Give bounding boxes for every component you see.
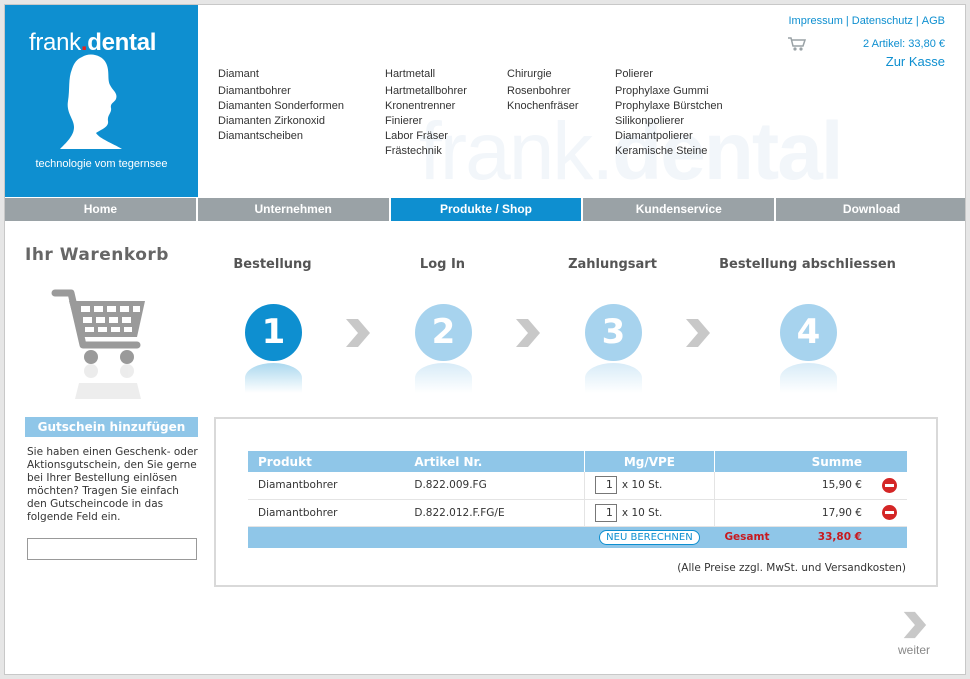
table-header-row: Produkt Artikel Nr. Mg/VPE Summe <box>248 451 907 472</box>
price-note: (Alle Preise zzgl. MwSt. und Versandkost… <box>677 562 906 574</box>
nav-unternehmen[interactable]: Unternehmen <box>197 198 389 221</box>
product-link[interactable]: Keramische Steine <box>615 144 723 159</box>
row-article: D.822.012.F.FG/E <box>404 499 585 527</box>
datenschutz-link[interactable]: Datenschutz <box>852 15 913 27</box>
chevron-right-icon <box>346 319 370 347</box>
header-product: Produkt <box>248 451 405 472</box>
next-button[interactable]: weiter <box>898 610 930 657</box>
step-label-1: Bestellung <box>233 257 312 272</box>
row-product[interactable]: Diamantbohrer <box>248 472 405 500</box>
step-reflection <box>585 363 642 393</box>
step-label-4: Bestellung abschliessen <box>719 257 896 272</box>
quantity-input[interactable]: 1 <box>594 503 617 522</box>
product-link[interactable]: Finierer <box>385 114 467 129</box>
product-link[interactable]: Diamantpolierer <box>615 129 723 144</box>
product-link[interactable]: Rosenbohrer <box>507 84 579 99</box>
product-column-chirurgie: Chirurgie Rosenbohrer Knochenfräser <box>507 67 579 114</box>
cart-table: Produkt Artikel Nr. Mg/VPE Summe Diamant… <box>248 451 907 548</box>
cart-icon[interactable] <box>787 36 807 52</box>
agb-link[interactable]: AGB <box>922 15 945 27</box>
logo-block[interactable]: frank.dental technologie vom tegernsee <box>5 5 198 197</box>
category-hartmetall[interactable]: Hartmetall <box>385 67 467 82</box>
product-link[interactable]: Diamanten Zirkonoxid <box>218 114 344 129</box>
product-link[interactable]: Hartmetallbohrer <box>385 84 467 99</box>
main-nav: Home Unternehmen Produkte / Shop Kundens… <box>5 198 965 221</box>
remove-item-icon[interactable] <box>881 477 897 493</box>
total-value: 33,80 € <box>817 531 862 544</box>
step-circle-2: 2 <box>415 304 472 361</box>
voucher-heading: Gutschein hinzufügen <box>25 417 198 437</box>
step-circle-1: 1 <box>245 304 302 361</box>
quantity-unit: x 10 St. <box>621 506 663 519</box>
row-product[interactable]: Diamantbohrer <box>248 499 405 527</box>
logo-tagline: technologie vom tegernsee <box>35 158 168 170</box>
header-qty: Mg/VPE <box>583 451 715 472</box>
product-link[interactable]: Kronentrenner <box>385 99 467 114</box>
shopping-cart-icon <box>51 289 145 399</box>
product-column-hartmetall: Hartmetall Hartmetallbohrer Kronentrenne… <box>385 67 467 159</box>
product-link[interactable]: Prophylaxe Gummi <box>615 84 723 99</box>
product-column-polierer: Polierer Prophylaxe Gummi Prophylaxe Bür… <box>615 67 723 159</box>
category-chirurgie[interactable]: Chirurgie <box>507 67 579 82</box>
impressum-link[interactable]: Impressum <box>788 15 842 27</box>
product-link[interactable]: Prophylaxe Bürstchen <box>615 99 723 114</box>
row-article: D.822.009.FG <box>404 472 585 500</box>
product-link[interactable]: Knochenfräser <box>507 99 579 114</box>
chevron-right-icon <box>686 319 710 347</box>
voucher-description: Sie haben einen Geschenk- oder Aktionsgu… <box>27 446 198 523</box>
mini-cart: 2 Artikel: 33,80 € Zur Kasse <box>788 37 945 69</box>
nav-produkte-shop[interactable]: Produkte / Shop <box>390 198 582 221</box>
header-sum: Summe <box>713 451 872 472</box>
total-label: Gesamt <box>724 531 770 544</box>
chevron-right-icon <box>516 319 540 347</box>
step-reflection <box>780 363 837 393</box>
recalculate-button[interactable]: NEU BERECHNEN <box>599 529 700 545</box>
nav-kundenservice[interactable]: Kundenservice <box>583 198 775 221</box>
header-article: Artikel Nr. <box>404 451 585 472</box>
product-link[interactable]: Diamantscheiben <box>218 129 344 144</box>
remove-item-icon[interactable] <box>881 505 897 520</box>
head-silhouette-icon <box>60 54 122 149</box>
quantity-unit: x 10 St. <box>621 479 663 492</box>
product-link[interactable]: Frästechnik <box>385 144 467 159</box>
table-row: Diamantbohrer D.822.009.FG 1 x 10 St. 15,… <box>248 472 907 500</box>
page-title: Ihr Warenkorb <box>25 245 169 265</box>
checkout-link[interactable]: Zur Kasse <box>863 54 945 69</box>
top-links: Impressum | Datenschutz | AGB <box>788 15 945 27</box>
cart-panel: Produkt Artikel Nr. Mg/VPE Summe Diamant… <box>214 417 938 587</box>
next-label: weiter <box>898 643 931 657</box>
step-circle-4: 4 <box>780 304 837 361</box>
product-link[interactable]: Diamanten Sonderformen <box>218 99 344 114</box>
step-circle-3: 3 <box>585 304 642 361</box>
category-polierer[interactable]: Polierer <box>615 67 723 82</box>
step-label-3: Zahlungsart <box>568 257 657 272</box>
step-label-2: Log In <box>419 257 466 272</box>
nav-home[interactable]: Home <box>5 198 196 221</box>
chevron-right-icon <box>903 611 927 639</box>
step-reflection <box>245 363 302 393</box>
step-reflection <box>415 363 472 393</box>
product-link[interactable]: Labor Fräser <box>385 129 467 144</box>
product-link[interactable]: Silikonpolierer <box>615 114 723 129</box>
table-row: Diamantbohrer D.822.012.F.FG/E 1 x 10 St.… <box>248 499 907 527</box>
table-footer-row: NEU BERECHNEN Gesamt 33,80 € <box>248 526 907 548</box>
nav-download[interactable]: Download <box>776 198 965 221</box>
product-column-diamant: Diamant Diamantbohrer Diamanten Sonderfo… <box>218 67 344 144</box>
product-link[interactable]: Diamantbohrer <box>218 84 344 99</box>
page-frame: frank.dental technologie vom tegernsee f… <box>4 4 966 675</box>
row-sum: 17,90 € <box>713 499 872 527</box>
category-diamant[interactable]: Diamant <box>218 67 344 82</box>
row-sum: 15,90 € <box>713 472 872 500</box>
voucher-code-input[interactable] <box>27 538 197 560</box>
quantity-input[interactable]: 1 <box>594 476 617 495</box>
mini-cart-summary[interactable]: 2 Artikel: 33,80 € <box>863 38 945 50</box>
